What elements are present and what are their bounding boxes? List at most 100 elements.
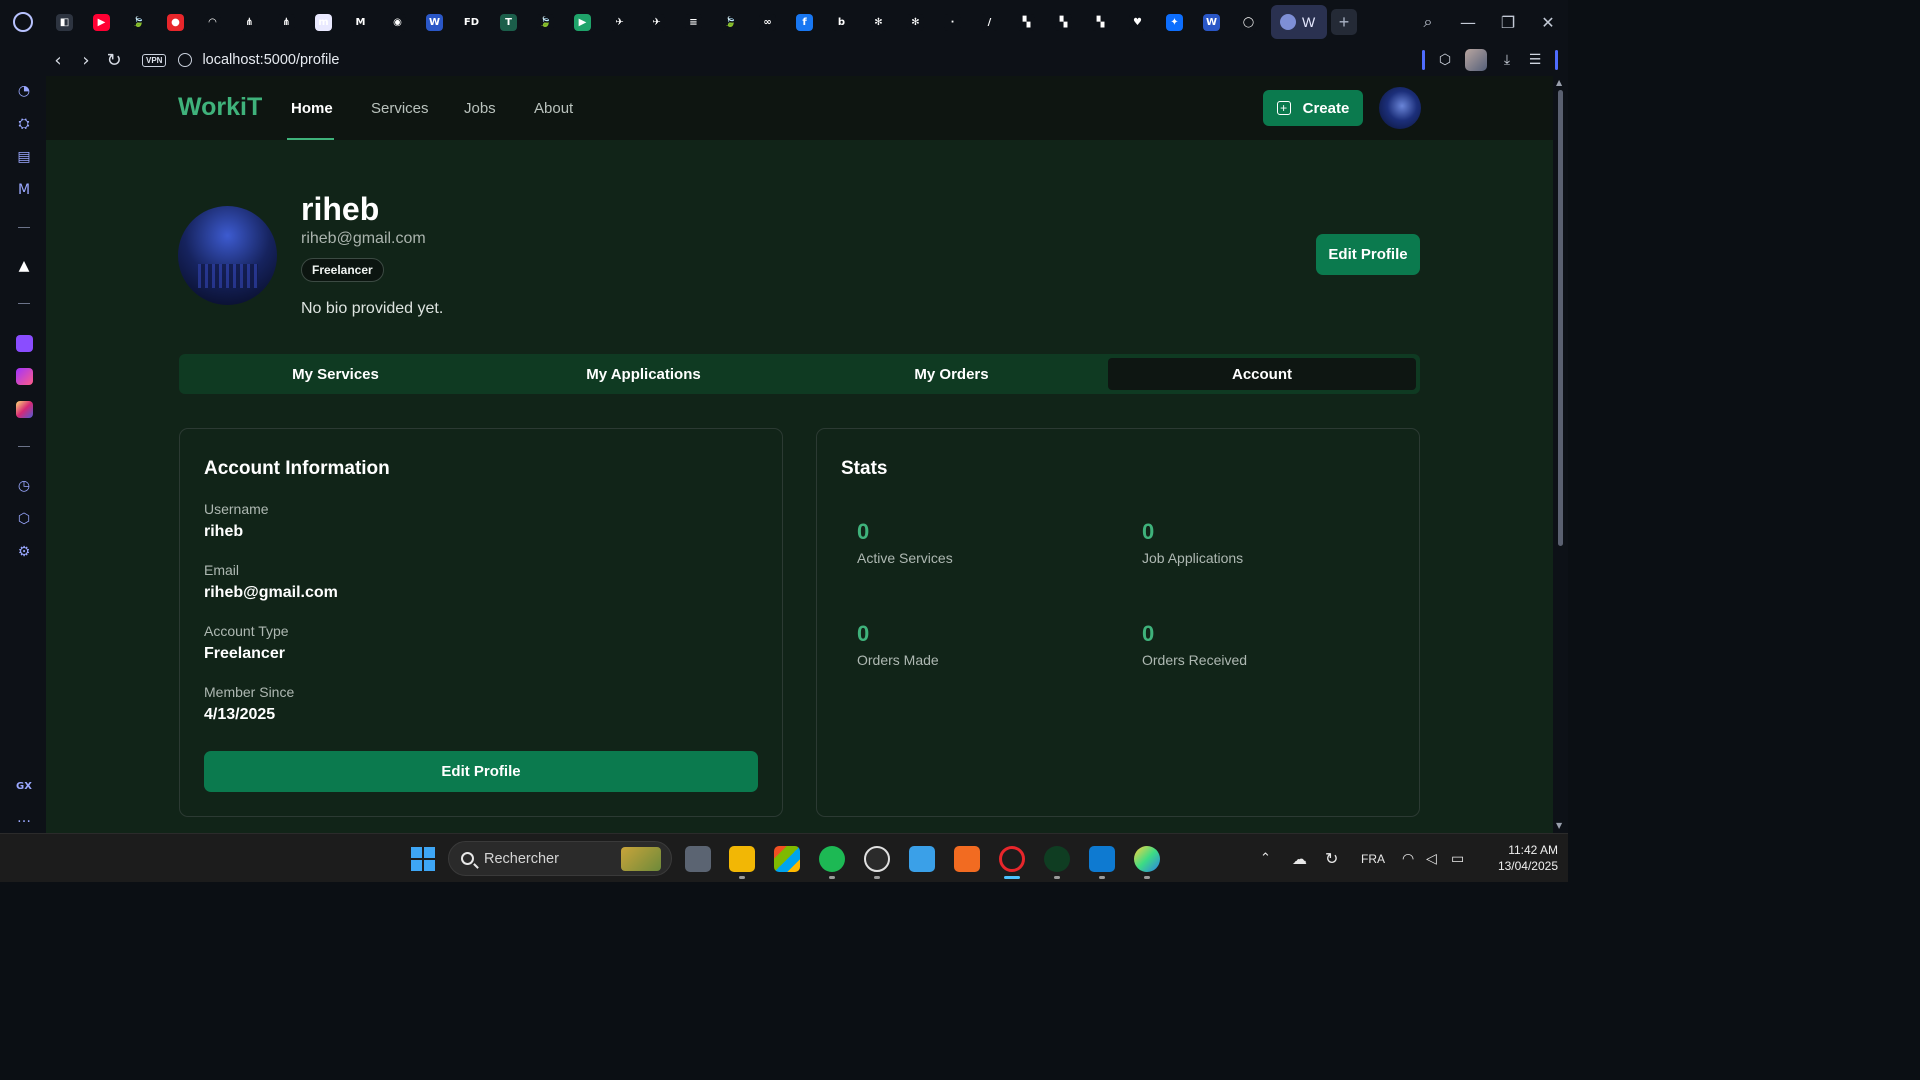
pinned-tab[interactable]: 🍃: [712, 0, 749, 44]
gaming-icon[interactable]: ⛭: [14, 114, 34, 134]
site-info-icon[interactable]: [178, 53, 193, 67]
sync-icon[interactable]: ↻: [1325, 834, 1338, 883]
pinned-tab[interactable]: W: [416, 0, 453, 44]
messenger-icon[interactable]: [14, 366, 34, 386]
pinned-tab[interactable]: ▶: [564, 0, 601, 44]
pinned-tab[interactable]: ◉: [379, 0, 416, 44]
more-icon[interactable]: …: [14, 808, 34, 828]
file-explorer-icon[interactable]: [729, 846, 755, 872]
close-window-button[interactable]: ✕: [1528, 4, 1568, 40]
onedrive-icon[interactable]: ☁: [1292, 834, 1307, 883]
pinned-tab[interactable]: ▚: [1082, 0, 1119, 44]
pinned-tab[interactable]: ✻: [860, 0, 897, 44]
nav-services[interactable]: Services: [371, 100, 429, 117]
pinned-tab[interactable]: ◯: [1230, 0, 1267, 44]
pinned-tab[interactable]: m: [305, 0, 342, 44]
battery-icon[interactable]: ▭: [1451, 834, 1464, 883]
pinned-tab[interactable]: ●: [157, 0, 194, 44]
cube-icon[interactable]: ⬡: [1437, 52, 1453, 68]
pinned-tab[interactable]: f: [786, 0, 823, 44]
mongodb-compass-icon[interactable]: [1044, 846, 1070, 872]
instagram-icon[interactable]: [14, 399, 34, 419]
tray-expand-icon[interactable]: ⌃: [1260, 834, 1271, 883]
pinned-tab[interactable]: ∞: [749, 0, 786, 44]
extensions-icon[interactable]: ⬡: [14, 509, 34, 529]
edit-profile-button[interactable]: Edit Profile: [1316, 234, 1420, 275]
opera-gx-logo-icon[interactable]: [0, 0, 46, 44]
pinned-tab[interactable]: ✦: [1156, 0, 1193, 44]
pinned-tab[interactable]: /: [971, 0, 1008, 44]
twitch-icon[interactable]: [14, 333, 34, 353]
pinned-tab[interactable]: FD: [453, 0, 490, 44]
colorful-app-icon[interactable]: [1134, 846, 1160, 872]
spotify-icon[interactable]: [819, 846, 845, 872]
tab-my-services[interactable]: My Services: [183, 358, 488, 390]
pinned-tab[interactable]: ▚: [1008, 0, 1045, 44]
pinned-tab[interactable]: M: [342, 0, 379, 44]
tab-my-applications[interactable]: My Applications: [491, 358, 796, 390]
pinned-tab[interactable]: ✈: [638, 0, 675, 44]
pinned-tab[interactable]: 🍃: [120, 0, 157, 44]
xampp-icon[interactable]: [954, 846, 980, 872]
wifi-icon[interactable]: ◠: [1402, 834, 1414, 883]
pinned-tab[interactable]: ✻: [897, 0, 934, 44]
taskbar-clock[interactable]: 11:42 AM 13/04/2025: [1478, 842, 1558, 874]
menu-icon[interactable]: ☰: [1527, 52, 1543, 68]
taskbar-search[interactable]: Rechercher: [448, 841, 672, 876]
start-button[interactable]: [411, 847, 435, 871]
history-icon[interactable]: ◷: [14, 476, 34, 496]
pinned-tab[interactable]: ⋔: [231, 0, 268, 44]
nav-home[interactable]: Home: [291, 100, 333, 117]
scroll-up-icon[interactable]: ▲: [1556, 78, 1562, 87]
minimize-button[interactable]: —: [1448, 4, 1488, 40]
task-view-icon[interactable]: [685, 846, 711, 872]
tab-search-icon[interactable]: ⌕: [1408, 4, 1448, 40]
new-tab-button[interactable]: +: [1331, 9, 1357, 35]
user-avatar[interactable]: [1379, 87, 1421, 129]
back-button[interactable]: ‹: [44, 46, 72, 74]
tab-account[interactable]: Account: [1108, 358, 1416, 390]
chatgpt-app-icon[interactable]: [864, 846, 890, 872]
site-logo[interactable]: WorkiT: [178, 93, 262, 122]
settings-icon[interactable]: ⚙: [14, 542, 34, 562]
language-indicator[interactable]: FRA: [1361, 834, 1385, 883]
download-icon[interactable]: ⤓: [1499, 52, 1515, 68]
pinned-tab[interactable]: T: [490, 0, 527, 44]
pinned-tab[interactable]: ✈: [601, 0, 638, 44]
edit-profile-button-bottom[interactable]: Edit Profile: [204, 751, 758, 792]
vscode-icon[interactable]: [1089, 846, 1115, 872]
scroll-down-icon[interactable]: ▼: [1556, 821, 1562, 830]
pinned-tab[interactable]: W: [1193, 0, 1230, 44]
forward-button[interactable]: ›: [72, 46, 100, 74]
opera-gx-taskbar-icon[interactable]: [999, 846, 1025, 872]
profile-avatar-icon[interactable]: [1465, 49, 1487, 71]
microsoft-store-icon[interactable]: [774, 846, 800, 872]
reload-button[interactable]: ↻: [100, 46, 128, 74]
pinned-tab[interactable]: ▚: [1045, 0, 1082, 44]
pinned-tab[interactable]: 🍃: [527, 0, 564, 44]
pinned-tab[interactable]: ·: [934, 0, 971, 44]
pinned-tab[interactable]: ⋔: [268, 0, 305, 44]
active-browser-tab[interactable]: W: [1271, 5, 1327, 39]
create-button[interactable]: + Create: [1263, 90, 1363, 126]
scrollbar-thumb[interactable]: [1558, 90, 1563, 546]
notepad-icon[interactable]: [909, 846, 935, 872]
url-field[interactable]: localhost:5000/profile: [202, 52, 339, 68]
nav-about[interactable]: About: [534, 100, 573, 117]
pinned-tab[interactable]: ◠: [194, 0, 231, 44]
vpn-badge[interactable]: VPN: [142, 53, 167, 67]
gx-label[interactable]: GX: [14, 776, 34, 796]
pinned-tab[interactable]: ♥: [1119, 0, 1156, 44]
gx-corner-icon[interactable]: M: [14, 180, 34, 200]
volume-icon[interactable]: ◁: [1426, 834, 1437, 883]
restore-button[interactable]: ❐: [1488, 4, 1528, 40]
pinned-tab[interactable]: ≡: [675, 0, 712, 44]
pinned-tab[interactable]: b: [823, 0, 860, 44]
ticket-icon[interactable]: ▤: [14, 147, 34, 167]
tab-my-orders[interactable]: My Orders: [799, 358, 1104, 390]
aria-icon[interactable]: ▲: [14, 256, 34, 276]
pinned-tab[interactable]: ◧: [46, 0, 83, 44]
page-scrollbar[interactable]: ▲ ▼: [1553, 76, 1568, 833]
nav-jobs[interactable]: Jobs: [464, 100, 496, 117]
pinned-tab[interactable]: ▶: [83, 0, 120, 44]
